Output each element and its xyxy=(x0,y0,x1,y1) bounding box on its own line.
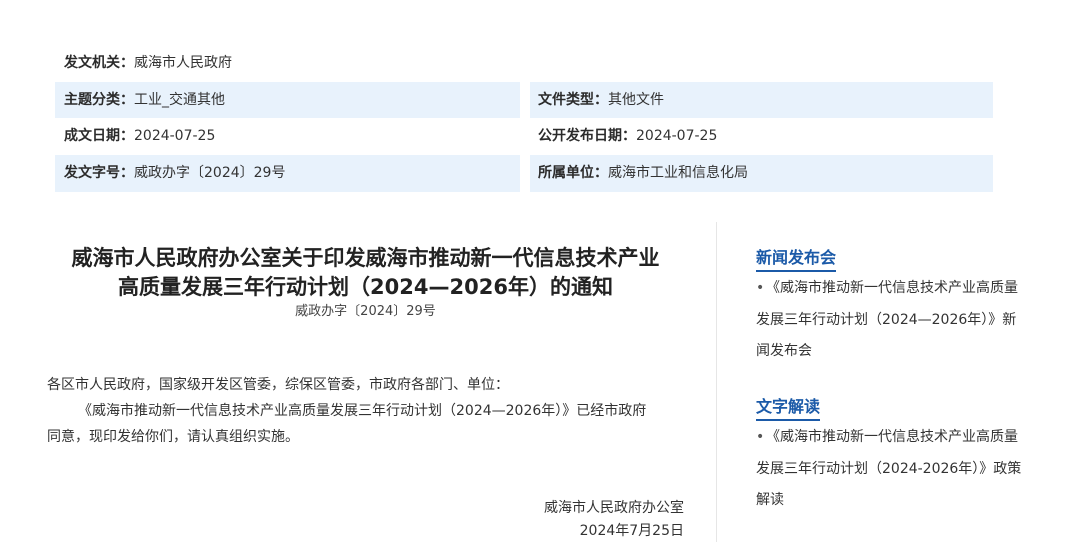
meta-topic-label: 主题分类： xyxy=(64,92,134,108)
meta-issuing-agency: 发文机关：威海市人民政府 xyxy=(55,45,520,82)
meta-doc-type-label: 文件类型： xyxy=(538,92,608,108)
sidebar-link-text[interactable]: 《威海市推动新一代信息技术产业高质量 xyxy=(766,429,1018,445)
meta-topic-value: 工业_交通其他 xyxy=(134,92,225,108)
article-body-line: 《威海市推动新一代信息技术产业高质量发展三年行动计划（2024—2026年）》已… xyxy=(78,403,647,419)
meta-issuing-agency-value: 威海市人民政府 xyxy=(134,55,232,71)
article-title: 威海市人民政府办公室关于印发威海市推动新一代信息技术产业 高质量发展三年行动计划… xyxy=(47,244,684,302)
meta-written-date: 成文日期：2024-07-25 xyxy=(55,118,520,155)
meta-unit-label: 所属单位： xyxy=(538,165,608,181)
meta-unit: 所属单位：威海市工业和信息化局 xyxy=(530,155,993,192)
sidebar-list-press-conference: 《威海市推动新一代信息技术产业高质量 发展三年行动计划（2024—2026年）》… xyxy=(756,273,1046,368)
sidebar-link-line[interactable]: 发展三年行动计划（2024—2026年）》新 xyxy=(756,305,1046,337)
article-doc-number: 威政办字〔2024〕29号 xyxy=(295,304,436,319)
sidebar-link-press-conference[interactable]: 《威海市推动新一代信息技术产业高质量 发展三年行动计划（2024—2026年）》… xyxy=(756,273,1046,368)
meta-doc-number-value: 威政办字〔2024〕29号 xyxy=(134,165,286,181)
signature-organization: 威海市人民政府办公室 xyxy=(544,500,684,516)
sidebar-link-text[interactable]: 《威海市推动新一代信息技术产业高质量 xyxy=(766,280,1018,296)
bullet-icon xyxy=(756,273,766,305)
article-body-paragraph: 《威海市推动新一代信息技术产业高质量发展三年行动计划（2024—2026年）》已… xyxy=(47,398,684,450)
bullet-icon xyxy=(756,422,766,454)
meta-publish-date-label: 公开发布日期： xyxy=(538,128,636,144)
meta-doc-type-value: 其他文件 xyxy=(608,92,664,108)
meta-issuing-agency-label: 发文机关： xyxy=(64,55,134,71)
meta-written-date-value: 2024-07-25 xyxy=(134,128,216,144)
article-body-line: 同意，现印发给你们，请认真组织实施。 xyxy=(47,429,299,445)
meta-doc-number-label: 发文字号： xyxy=(64,165,134,181)
meta-unit-value: 威海市工业和信息化局 xyxy=(608,165,748,181)
meta-doc-type: 文件类型：其他文件 xyxy=(530,82,993,118)
sidebar-list-text-interpretation: 《威海市推动新一代信息技术产业高质量 发展三年行动计划（2024-2026年）》… xyxy=(756,422,1046,517)
article-title-line: 威海市人民政府办公室关于印发威海市推动新一代信息技术产业 xyxy=(71,246,660,270)
sidebar-heading-text-interpretation: 文字解读 xyxy=(756,396,821,421)
meta-topic: 主题分类：工业_交通其他 xyxy=(55,82,520,118)
sidebar-link-line[interactable]: 解读 xyxy=(756,485,1046,517)
meta-written-date-label: 成文日期： xyxy=(64,128,134,144)
sidebar-link-line[interactable]: 《威海市推动新一代信息技术产业高质量 xyxy=(756,273,1046,305)
signature-date: 2024年7月25日 xyxy=(579,523,684,539)
sidebar-link-policy-interpretation[interactable]: 《威海市推动新一代信息技术产业高质量 发展三年行动计划（2024-2026年）》… xyxy=(756,422,1046,517)
sidebar-link-line[interactable]: 《威海市推动新一代信息技术产业高质量 xyxy=(756,422,1046,454)
article-salutation: 各区市人民政府，国家级开发区管委，综保区管委，市政府各部门、单位： xyxy=(47,377,509,393)
sidebar-heading-press-conference: 新闻发布会 xyxy=(756,247,837,272)
meta-doc-number: 发文字号：威政办字〔2024〕29号 xyxy=(55,155,520,192)
sidebar-link-line[interactable]: 闻发布会 xyxy=(756,336,1046,368)
column-divider xyxy=(716,222,717,542)
meta-publish-date: 公开发布日期：2024-07-25 xyxy=(530,118,993,155)
meta-publish-date-value: 2024-07-25 xyxy=(636,128,718,144)
article-title-line: 高质量发展三年行动计划（2024—2026年）的通知 xyxy=(118,275,613,299)
sidebar-link-line[interactable]: 发展三年行动计划（2024-2026年）》政策 xyxy=(756,454,1046,486)
document-metadata-table: 发文机关：威海市人民政府 主题分类：工业_交通其他 文件类型：其他文件 成文日期… xyxy=(55,45,993,192)
